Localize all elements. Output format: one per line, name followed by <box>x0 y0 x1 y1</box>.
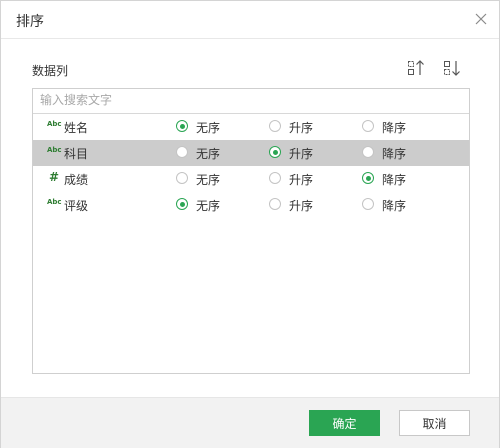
sort-option-label: 无序 <box>196 147 221 161</box>
sort-option-label: 无序 <box>196 173 221 187</box>
sort-option-label: 降序 <box>382 173 407 187</box>
radio-button[interactable] <box>362 146 374 158</box>
number-type-icon: # <box>49 170 60 184</box>
sort-ascending-icon[interactable] <box>406 58 426 78</box>
sort-option-none[interactable]: 无序 <box>176 171 236 187</box>
radio-button[interactable] <box>176 146 188 158</box>
field-row[interactable]: Abc 评级 无序 升序 降序 <box>33 192 469 218</box>
search-box <box>33 89 469 114</box>
sort-option-label: 降序 <box>382 199 407 213</box>
radio-button[interactable] <box>269 172 281 184</box>
radio-button[interactable] <box>362 198 374 210</box>
field-row[interactable]: Abc 姓名 无序 升序 降序 <box>33 114 469 140</box>
sort-option-desc[interactable]: 降序 <box>362 119 422 135</box>
radio-button[interactable] <box>269 120 281 132</box>
sort-option-desc[interactable]: 降序 <box>362 145 422 161</box>
radio-button[interactable] <box>269 198 281 210</box>
data-columns-label: 数据列 <box>32 64 69 78</box>
sort-option-asc[interactable]: 升序 <box>269 171 329 187</box>
radio-button[interactable] <box>176 198 188 210</box>
sort-option-asc[interactable]: 升序 <box>269 145 329 161</box>
field-name: 评级 <box>64 199 89 213</box>
sort-option-label: 降序 <box>382 147 407 161</box>
text-type-icon: Abc <box>47 146 62 154</box>
sort-option-label: 升序 <box>289 199 314 213</box>
field-row[interactable]: Abc 科目 无序 升序 降序 <box>33 140 469 166</box>
sort-option-none[interactable]: 无序 <box>176 119 236 135</box>
close-icon[interactable] <box>473 11 489 27</box>
radio-button[interactable] <box>362 172 374 184</box>
search-input[interactable] <box>40 89 450 111</box>
dialog-titlebar: 排序 <box>1 1 499 39</box>
confirm-button[interactable]: 确定 <box>309 410 380 436</box>
sort-dialog: 排序 数据列 Abc姓名无序升序降序Abc科目无序升序降序#成绩无序升序降序Ab… <box>0 0 500 448</box>
sort-option-label: 无序 <box>196 121 221 135</box>
radio-button[interactable] <box>176 120 188 132</box>
sort-option-label: 升序 <box>289 121 314 135</box>
sort-descending-icon[interactable] <box>442 58 462 78</box>
radio-button[interactable] <box>176 172 188 184</box>
sort-option-desc[interactable]: 降序 <box>362 171 422 187</box>
radio-button[interactable] <box>362 120 374 132</box>
field-list: Abc 姓名 无序 升序 降序 Abc 科目 无序 升序 降序 # 成绩 无序 升序 降序 Abc 评级 无序 升序… <box>33 114 469 218</box>
field-row[interactable]: # 成绩 无序 升序 降序 <box>33 166 469 192</box>
sort-option-label: 升序 <box>289 173 314 187</box>
sort-option-label: 升序 <box>289 147 314 161</box>
field-name: 成绩 <box>64 173 89 187</box>
field-name: 姓名 <box>64 121 89 135</box>
field-name: 科目 <box>64 147 89 161</box>
text-type-icon: Abc <box>47 120 62 128</box>
columns-panel: Abc姓名无序升序降序Abc科目无序升序降序#成绩无序升序降序Abc评级无序升序… <box>32 88 470 374</box>
sort-option-none[interactable]: 无序 <box>176 197 236 213</box>
sort-option-asc[interactable]: 升序 <box>269 119 329 135</box>
text-type-icon: Abc <box>47 198 62 206</box>
dialog-title: 排序 <box>16 14 44 30</box>
sort-option-label: 降序 <box>382 121 407 135</box>
sort-option-asc[interactable]: 升序 <box>269 197 329 213</box>
cancel-button[interactable]: 取消 <box>399 410 470 436</box>
sort-option-none[interactable]: 无序 <box>176 145 236 161</box>
sort-option-label: 无序 <box>196 199 221 213</box>
dialog-footer: 确定 取消 <box>1 397 499 448</box>
radio-button[interactable] <box>269 146 281 158</box>
sort-option-desc[interactable]: 降序 <box>362 197 422 213</box>
